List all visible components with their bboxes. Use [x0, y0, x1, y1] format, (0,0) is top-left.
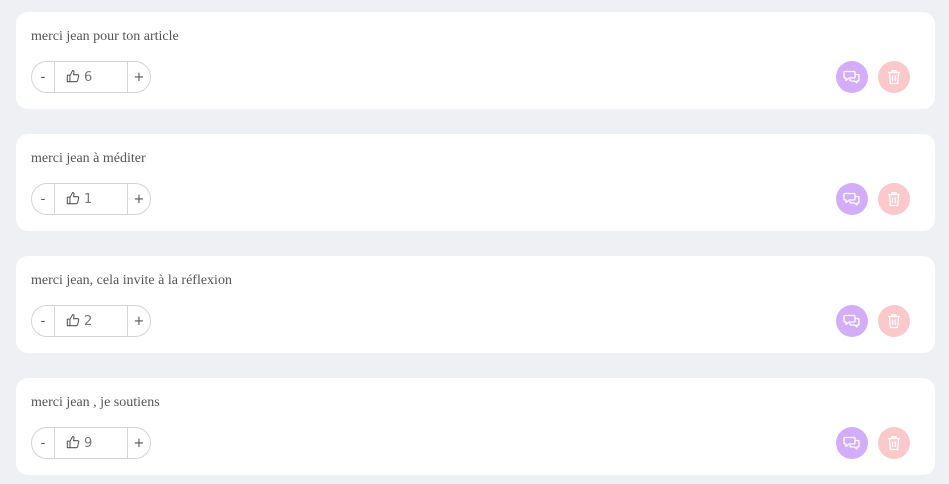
like-count: 6	[84, 69, 93, 85]
comment-text: merci jean à méditer	[31, 151, 146, 166]
chat-bubbles-icon	[843, 435, 861, 451]
reply-button[interactable]	[836, 427, 868, 459]
increment-vote-button[interactable]: +	[128, 306, 150, 336]
increment-vote-button[interactable]: +	[128, 62, 150, 92]
comment-card: merci jean à méditer - 1 +	[16, 134, 935, 231]
delete-button[interactable]	[878, 427, 910, 459]
thumbs-up-icon	[66, 435, 80, 449]
vote-control: - 1 +	[31, 183, 151, 215]
like-count-display: 6	[54, 62, 128, 92]
like-count: 2	[84, 313, 93, 329]
comment-card: merci jean, cela invite à la réflexion -…	[16, 256, 935, 353]
thumbs-up-icon	[66, 191, 80, 205]
increment-vote-button[interactable]: +	[128, 184, 150, 214]
decrement-vote-button[interactable]: -	[32, 184, 54, 214]
vote-control: - 6 +	[31, 61, 151, 93]
comment-text: merci jean , je soutiens	[31, 395, 160, 410]
vote-control: - 2 +	[31, 305, 151, 337]
like-count-display: 9	[54, 428, 128, 458]
trash-icon	[887, 69, 901, 85]
delete-button[interactable]	[878, 305, 910, 337]
chat-bubbles-icon	[843, 191, 861, 207]
like-count: 9	[84, 435, 93, 451]
decrement-vote-button[interactable]: -	[32, 428, 54, 458]
like-count-display: 1	[54, 184, 128, 214]
comment-card: merci jean , je soutiens - 9 +	[16, 378, 935, 475]
like-count: 1	[84, 191, 93, 207]
increment-vote-button[interactable]: +	[128, 428, 150, 458]
thumbs-up-icon	[66, 69, 80, 83]
delete-button[interactable]	[878, 61, 910, 93]
decrement-vote-button[interactable]: -	[32, 306, 54, 336]
reply-button[interactable]	[836, 305, 868, 337]
comment-text: merci jean, cela invite à la réflexion	[31, 273, 232, 288]
delete-button[interactable]	[878, 183, 910, 215]
chat-bubbles-icon	[843, 313, 861, 329]
reply-button[interactable]	[836, 61, 868, 93]
chat-bubbles-icon	[843, 69, 861, 85]
trash-icon	[887, 435, 901, 451]
reply-button[interactable]	[836, 183, 868, 215]
comment-card: merci jean pour ton article - 6 +	[16, 12, 935, 109]
trash-icon	[887, 313, 901, 329]
thumbs-up-icon	[66, 313, 80, 327]
trash-icon	[887, 191, 901, 207]
like-count-display: 2	[54, 306, 128, 336]
decrement-vote-button[interactable]: -	[32, 62, 54, 92]
comment-text: merci jean pour ton article	[31, 29, 179, 44]
vote-control: - 9 +	[31, 427, 151, 459]
